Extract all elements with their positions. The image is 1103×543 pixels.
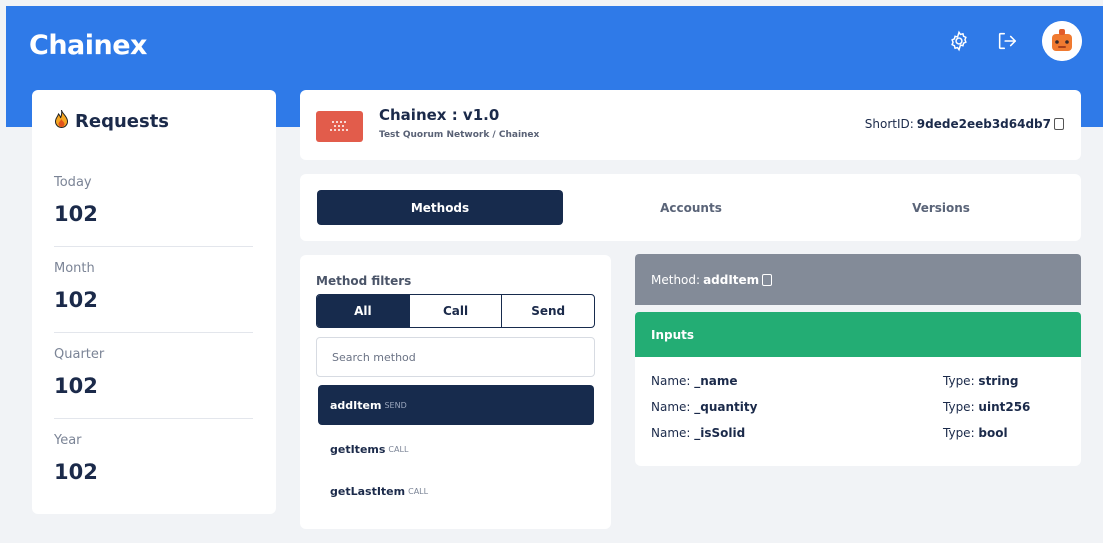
input-type: Type: string xyxy=(943,374,1019,388)
method-filter-segmented: All Call Send xyxy=(316,294,595,328)
stat-value-quarter: 102 xyxy=(54,374,98,398)
method-detail-name: addItem xyxy=(703,272,760,287)
tab-accounts[interactable]: Accounts xyxy=(568,190,814,225)
method-kind-badge: SEND xyxy=(384,400,407,410)
search-method-input[interactable] xyxy=(316,337,595,377)
filters-label: Method filters xyxy=(316,274,412,288)
method-name: getLastItem xyxy=(330,484,406,498)
inputs-body: Name: _name Type: string Name: _quantity… xyxy=(635,357,1081,466)
inputs-header: Inputs xyxy=(635,312,1081,357)
short-id-label: ShortID: xyxy=(864,117,914,131)
method-kind-badge: CALL xyxy=(408,486,429,496)
method-name: addItem xyxy=(330,398,382,412)
methods-card: Method filters All Call Send addItem SEN… xyxy=(300,255,611,529)
divider xyxy=(54,332,253,333)
requests-title: Requests xyxy=(54,109,169,133)
divider xyxy=(54,418,253,419)
tabs-card: Methods Accounts Versions xyxy=(300,174,1081,241)
stat-label-year: Year xyxy=(54,433,82,448)
filter-all-button[interactable]: All xyxy=(317,295,410,327)
logout-icon[interactable] xyxy=(996,30,1018,52)
stat-value-month: 102 xyxy=(54,288,98,312)
method-detail-label: Method: xyxy=(651,272,701,287)
copy-icon[interactable] xyxy=(1054,118,1064,130)
short-id: ShortID: 9dede2eeb3d64db7 xyxy=(865,117,1064,131)
input-name: Name: _name xyxy=(651,374,738,388)
input-type: Type: bool xyxy=(943,426,1008,440)
divider xyxy=(54,246,253,247)
tab-methods[interactable]: Methods xyxy=(317,190,563,225)
tab-versions[interactable]: Versions xyxy=(818,190,1064,225)
short-id-value: 9dede2eeb3d64db7 xyxy=(916,117,1051,131)
input-type: Type: uint256 xyxy=(943,400,1031,414)
filter-send-button[interactable]: Send xyxy=(502,295,594,327)
copy-icon[interactable] xyxy=(762,273,773,286)
gear-icon[interactable] xyxy=(948,30,970,52)
project-header-card: Chainex : v1.0 Test Quorum Network / Cha… xyxy=(300,90,1081,160)
stat-label-quarter: Quarter xyxy=(54,347,105,362)
method-item-additem[interactable]: addItem SEND xyxy=(318,385,594,425)
project-logo-icon xyxy=(316,111,363,142)
requests-card: Requests Today 102 Month 102 Quarter 102… xyxy=(32,90,276,514)
input-name: Name: _quantity xyxy=(651,400,758,414)
brand-logo[interactable]: Chainex xyxy=(29,30,147,61)
stat-label-month: Month xyxy=(54,261,95,276)
method-kind-badge: CALL xyxy=(388,444,409,454)
project-title: Chainex : v1.0 xyxy=(379,106,500,124)
fire-icon xyxy=(54,109,69,133)
method-item-getitems[interactable]: getItems CALL xyxy=(318,429,594,469)
avatar[interactable] xyxy=(1042,21,1082,61)
stat-value-year: 102 xyxy=(54,460,98,484)
filter-call-button[interactable]: Call xyxy=(410,295,503,327)
method-detail-header: Method: addItem xyxy=(635,254,1081,305)
breadcrumb: Test Quorum Network / Chainex xyxy=(379,130,540,140)
method-item-getlastitem[interactable]: getLastItem CALL xyxy=(318,471,594,511)
stat-label-today: Today xyxy=(54,175,92,190)
input-name: Name: _isSolid xyxy=(651,426,746,440)
method-name: getItems xyxy=(330,442,386,456)
stat-value-today: 102 xyxy=(54,202,98,226)
